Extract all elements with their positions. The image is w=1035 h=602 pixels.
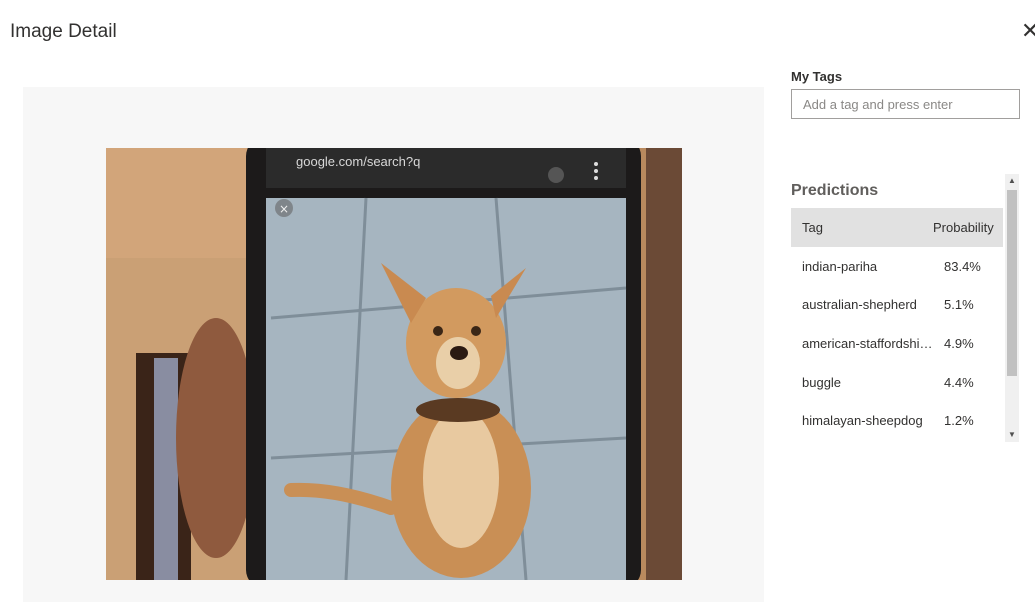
prediction-probability: 4.4% bbox=[944, 374, 974, 390]
prediction-probability: 83.4% bbox=[944, 258, 981, 274]
screen-url-text: google.com/search?q bbox=[296, 154, 420, 169]
prediction-tag: himalayan-sheepdog bbox=[802, 413, 923, 429]
predictions-header: Tag Probability bbox=[791, 208, 1003, 247]
prediction-row[interactable]: american-staffordshire-… 4.9% bbox=[791, 324, 1003, 363]
prediction-probability: 4.9% bbox=[944, 335, 974, 351]
dog-photo: google.com/search?q × bbox=[106, 148, 682, 580]
svg-text:×: × bbox=[279, 202, 289, 216]
image-panel: google.com/search?q × bbox=[23, 87, 764, 602]
dialog-title: Image Detail bbox=[10, 21, 117, 42]
predictions-scrollbar[interactable]: ▲ ▼ bbox=[1005, 174, 1019, 442]
predictions-table: Tag Probability indian-pariha 83.4% aust… bbox=[791, 208, 1003, 440]
prediction-row[interactable]: australian-shepherd 5.1% bbox=[791, 286, 1003, 325]
prediction-probability: 5.1% bbox=[944, 297, 974, 313]
prediction-tag: american-staffordshire-… bbox=[802, 335, 933, 351]
column-header-probability[interactable]: Probability bbox=[921, 220, 994, 235]
scroll-up-arrow-icon[interactable]: ▲ bbox=[1005, 174, 1019, 188]
prediction-row[interactable]: indian-pariha 83.4% bbox=[791, 247, 1003, 286]
prediction-tag: buggle bbox=[802, 374, 842, 390]
my-tags-label: My Tags bbox=[791, 69, 843, 84]
close-icon[interactable]: ✕ bbox=[1021, 19, 1035, 43]
prediction-tag: indian-pariha bbox=[802, 258, 878, 274]
column-header-tag[interactable]: Tag bbox=[791, 220, 921, 235]
prediction-tag: australian-shepherd bbox=[802, 297, 917, 313]
scrollbar-thumb[interactable] bbox=[1007, 190, 1017, 376]
predictions-title: Predictions bbox=[791, 182, 879, 199]
prediction-row[interactable]: buggle 4.4% bbox=[791, 363, 1003, 402]
prediction-row[interactable]: himalayan-sheepdog 1.2% bbox=[791, 401, 1003, 440]
scroll-down-arrow-icon[interactable]: ▼ bbox=[1005, 428, 1019, 442]
prediction-probability: 1.2% bbox=[944, 413, 974, 429]
tag-input[interactable] bbox=[791, 89, 1020, 119]
